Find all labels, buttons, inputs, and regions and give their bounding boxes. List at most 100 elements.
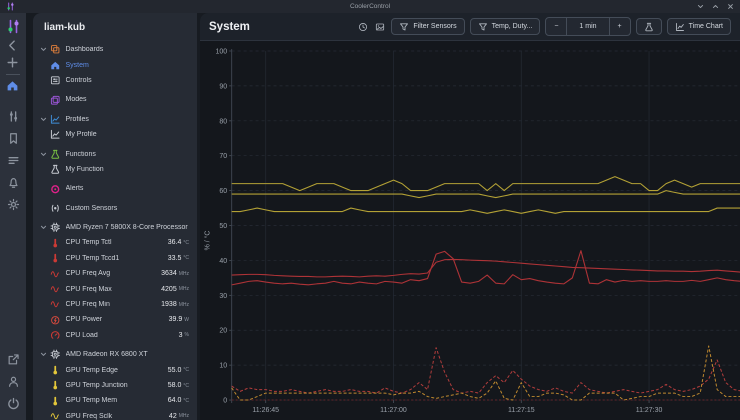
close-button[interactable] — [727, 3, 734, 10]
chart-type-button[interactable]: Time Chart — [667, 18, 731, 35]
screenshot-button[interactable] — [374, 22, 386, 32]
rail-alerts-button[interactable] — [7, 176, 20, 189]
chevron-spacer — [40, 239, 49, 246]
sidebar-item-modes[interactable]: Modes — [40, 92, 192, 107]
rail-user-button[interactable] — [7, 375, 20, 388]
zoom-in-button[interactable]: + — [609, 18, 630, 35]
sidebar-item-dashboards[interactable]: Dashboards — [40, 42, 192, 57]
gaugeload-icon — [50, 330, 61, 341]
chevron-down-icon[interactable] — [40, 46, 49, 53]
coolercontrol-window: CoolerControl liam-kub DashboardsSystemC… — [0, 0, 740, 420]
chevron-down-icon[interactable] — [40, 224, 49, 231]
y-tick-label: 80 — [219, 118, 227, 125]
sidebar-item-my-profile[interactable]: My Profile — [40, 127, 192, 142]
daemon-name: liam-kub — [44, 22, 192, 33]
chevron-spacer — [40, 316, 49, 323]
chart-toolbar: Filter Sensors Temp, Duty... − 1 min + — [357, 17, 731, 36]
sidebar-item-system[interactable]: System — [40, 57, 192, 72]
rail-add-dashboard-button[interactable] — [6, 56, 19, 69]
chevron-down-icon[interactable] — [40, 351, 49, 358]
thermo-icon — [50, 380, 61, 391]
sidebar-item-alerts[interactable]: Alerts — [40, 181, 192, 196]
sidebar-item-cpu-freq-avg[interactable]: CPU Freq Avg3634MHz — [40, 266, 192, 281]
system-time-chart[interactable]: 010203040506070809010011:26:4511:27:0011… — [200, 41, 740, 420]
minimize-button[interactable] — [697, 3, 704, 10]
sidebar-item-my-function[interactable]: My Function — [40, 162, 192, 177]
zoom-out-button[interactable]: − — [546, 18, 566, 35]
filter-types-button[interactable]: Temp, Duty... — [470, 18, 541, 35]
sensor-unit: MHz — [179, 271, 189, 277]
item-label: GPU Freq Sclk — [66, 413, 169, 420]
rail-settings-button[interactable] — [7, 198, 20, 211]
rail-external-link-button[interactable] — [7, 353, 20, 366]
sidebar-item-custom-sensors[interactable]: Custom Sensors — [40, 201, 192, 216]
sidebar-item-gpu-temp-mem[interactable]: GPU Temp Mem64.0°C — [40, 393, 192, 408]
sidebar-item-profiles[interactable]: Profiles — [40, 112, 192, 127]
rail-bottom-group — [7, 348, 20, 414]
home-icon — [50, 60, 61, 71]
chevron-spacer — [40, 96, 49, 103]
sidebar-item-cpu-power[interactable]: CPU Power39.9W — [40, 312, 192, 327]
modes-icon — [50, 95, 61, 106]
chevron-spacer — [40, 62, 49, 69]
sidebar-item-controls[interactable]: Controls — [40, 73, 192, 88]
controls-icon — [50, 75, 61, 86]
sidebar-item-device-cpu[interactable]: AMD Ryzen 7 5800X 8-Core Processor — [40, 220, 192, 235]
sensor-value: 1938 — [161, 301, 177, 308]
sidebar-item-functions[interactable]: Functions — [40, 146, 192, 161]
line-chart-icon — [675, 22, 685, 32]
sensor-value: 42 — [169, 413, 177, 420]
chevron-down-icon[interactable] — [40, 116, 49, 123]
item-label: GPU Temp Junction — [66, 382, 168, 389]
sidebar-item-cpu-freq-min[interactable]: CPU Freq Min1938MHz — [40, 297, 192, 312]
y-tick-label: 40 — [219, 258, 227, 265]
chevron-spacer — [40, 332, 49, 339]
item-label: System — [66, 62, 190, 69]
chip-icon — [50, 222, 61, 233]
chevron-down-icon[interactable] — [40, 151, 49, 158]
filter-sensors-label: Filter Sensors — [413, 23, 456, 30]
sidebar-item-gpu-temp-junction[interactable]: GPU Temp Junction58.0°C — [40, 378, 192, 393]
chart-options-button[interactable] — [636, 18, 662, 35]
item-label: CPU Freq Max — [66, 286, 162, 293]
sidebar-item-cpu-temp-tccd1[interactable]: CPU Temp Tccd133.5°C — [40, 251, 192, 266]
x-tick-label: 11:27:30 — [636, 407, 663, 414]
item-label: Profiles — [66, 116, 190, 123]
filter-sensors-button[interactable]: Filter Sensors — [391, 18, 464, 35]
sidebar-item-cpu-load[interactable]: CPU Load3% — [40, 328, 192, 343]
chevron-spacer — [40, 382, 49, 389]
chevron-spacer — [40, 166, 49, 173]
item-label: My Profile — [66, 131, 190, 138]
alertring-icon — [50, 184, 61, 195]
rail-power-button[interactable] — [7, 397, 20, 410]
thermo-icon — [50, 365, 61, 376]
sidebar-tree: Dashboards System Controls Modes Profiles My … — [40, 42, 192, 420]
rail-modes-button[interactable] — [7, 132, 20, 145]
series-cpu-load — [232, 348, 740, 393]
sidebar-item-cpu-freq-max[interactable]: CPU Freq Max4205MHz — [40, 281, 192, 296]
sensor-value: 64.0 — [168, 397, 182, 404]
icon-rail — [0, 13, 26, 420]
filter-types-label: Temp, Duty... — [492, 23, 533, 30]
series-gpu-temp-edge — [232, 208, 740, 213]
sidebar-item-gpu-temp-edge[interactable]: GPU Temp Edge55.0°C — [40, 362, 192, 377]
rail-dashboards-home-button[interactable] — [6, 79, 19, 92]
rail-profiles-button[interactable] — [7, 154, 20, 167]
item-label: CPU Temp Tctl — [66, 239, 168, 246]
sidebar-item-cpu-temp-tctl[interactable]: CPU Temp Tctl36.4°C — [40, 235, 192, 250]
thermo-icon — [50, 253, 61, 264]
sensor-value: 33.5 — [168, 255, 182, 262]
sidebar-item-device-gpu[interactable]: AMD Radeon RX 6800 XT — [40, 347, 192, 362]
funnel-icon — [478, 22, 488, 32]
flask-icon — [644, 22, 654, 32]
item-label: Modes — [66, 96, 190, 103]
y-tick-label: 100 — [216, 48, 228, 55]
rail-back-button[interactable] — [6, 39, 19, 52]
maximize-button[interactable] — [712, 3, 719, 10]
history-button[interactable] — [357, 22, 369, 32]
y-tick-label: 60 — [219, 188, 227, 195]
powerbolt-icon — [50, 315, 61, 326]
rail-controls-button[interactable] — [7, 110, 20, 123]
sensor-unit: % — [185, 332, 189, 338]
sidebar-item-gpu-freq-sclk[interactable]: GPU Freq Sclk42MHz — [40, 409, 192, 420]
